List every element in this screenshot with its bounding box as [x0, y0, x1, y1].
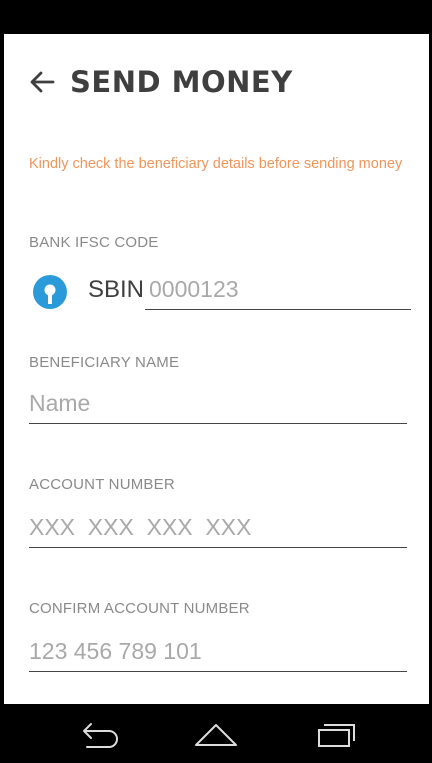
app-header: SEND MONEY [4, 34, 429, 134]
nav-back-button[interactable] [69, 716, 129, 752]
status-bar [0, 0, 432, 34]
send-money-screen: SEND MONEY Kindly check the beneficiary … [4, 34, 429, 704]
ifsc-field: SBIN [29, 272, 411, 316]
confirm-account-number-label: CONFIRM ACCOUNT NUMBER [29, 600, 250, 617]
nav-home-button[interactable] [186, 716, 246, 752]
account-number-input[interactable] [29, 514, 407, 548]
page-title: SEND MONEY [70, 65, 293, 99]
beneficiary-name-label: BENEFICIARY NAME [29, 354, 180, 371]
ifsc-prefix: SBIN [88, 276, 145, 303]
sbi-logo-icon [33, 275, 67, 309]
confirm-account-number-input[interactable] [29, 638, 407, 672]
back-button[interactable] [22, 62, 62, 102]
nav-recents-icon [318, 724, 355, 747]
nav-back-icon [83, 723, 118, 748]
nav-recents-button[interactable] [306, 716, 366, 752]
nav-home-icon [195, 724, 237, 746]
beneficiary-name-input[interactable] [29, 390, 407, 424]
navigation-bar [0, 704, 432, 763]
account-number-label: ACCOUNT NUMBER [29, 476, 175, 493]
ifsc-label: BANK IFSC CODE [29, 234, 159, 251]
ifsc-input[interactable] [145, 276, 411, 310]
beneficiary-notice: Kindly check the beneficiary details bef… [29, 156, 403, 172]
arrow-left-icon [30, 71, 55, 93]
